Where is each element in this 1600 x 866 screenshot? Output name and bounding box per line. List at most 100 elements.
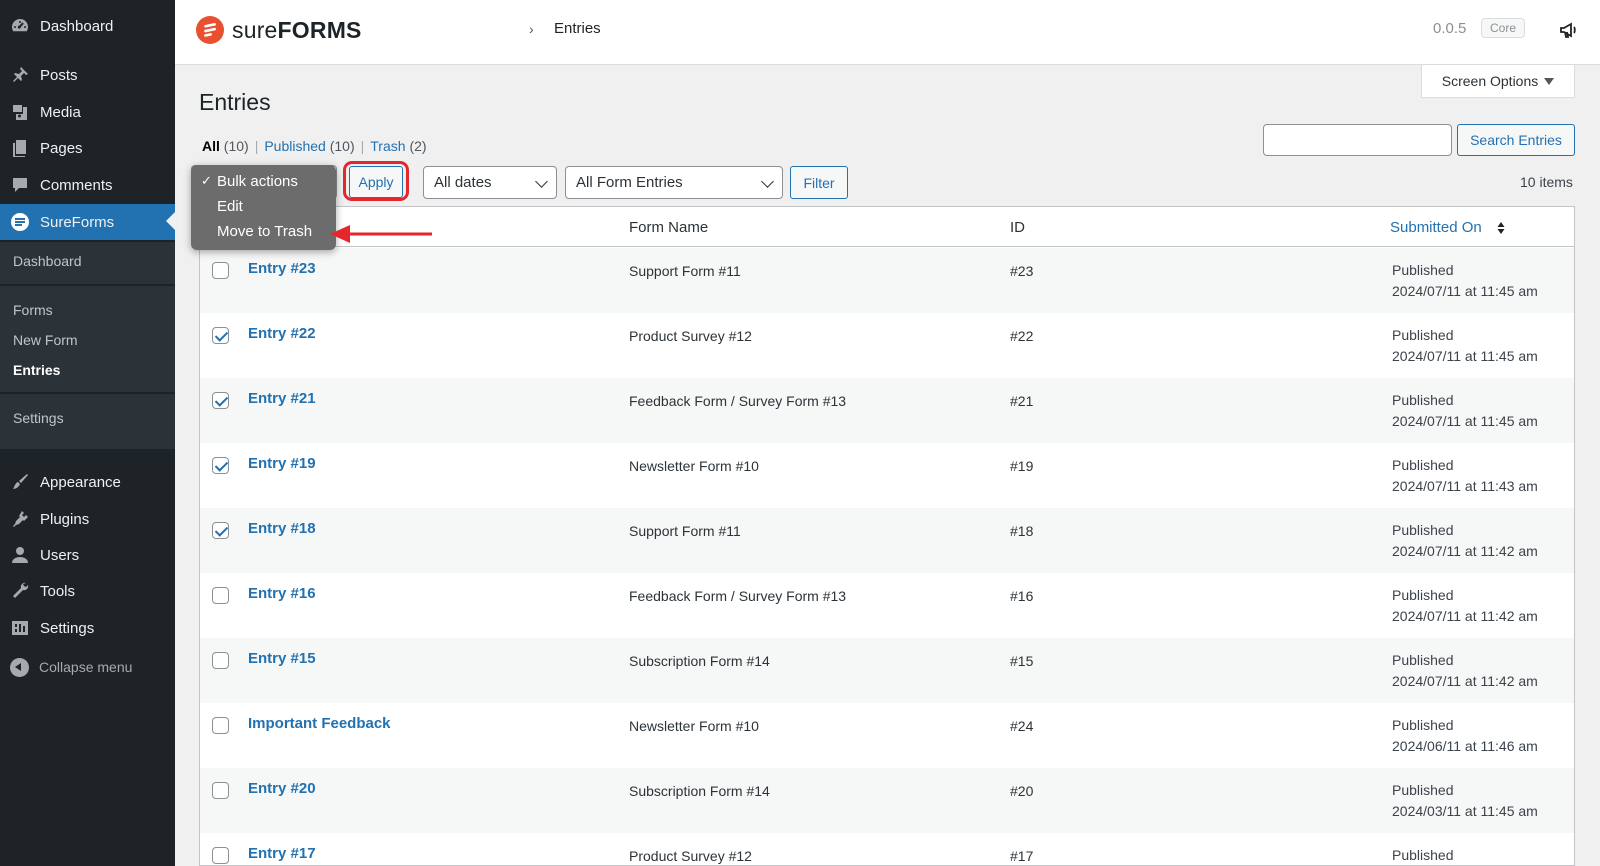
bulk-option-label: Edit [217, 197, 243, 215]
version-number: 0.0.5 [1433, 20, 1467, 37]
entry-title-link[interactable]: Entry #23 [248, 260, 316, 277]
sidebar-item-plugins[interactable]: Plugins [0, 501, 175, 537]
sureforms-header: sureFORMS › Entries 0.0.5 Core [175, 0, 1600, 65]
megaphone-icon[interactable] [1557, 18, 1581, 42]
apply-button[interactable]: Apply [349, 166, 403, 198]
submitted-on-cell: Published 2024/07/11 at 11:43 am [1392, 455, 1538, 497]
submitted-on-cell: Published [1392, 845, 1454, 865]
form-name-cell: Feedback Form / Survey Form #13 [629, 393, 847, 409]
row-checkbox[interactable] [212, 587, 229, 604]
view-trash-link[interactable]: Trash (2) [370, 138, 426, 154]
row-checkbox[interactable] [212, 457, 229, 474]
filter-button[interactable]: Filter [790, 166, 848, 199]
sidebar-item-users[interactable]: Users [0, 537, 175, 573]
breadcrumb-current: Entries [554, 20, 601, 37]
submenu-dashboard[interactable]: Dashboard [13, 253, 82, 269]
table-row: Entry #19 Newsletter Form #10 #19 Published… [200, 443, 1574, 508]
screen-options-label: Screen Options [1441, 73, 1539, 89]
sidebar-item-media[interactable]: Media [0, 94, 175, 130]
entry-title-link[interactable]: Entry #22 [248, 325, 316, 342]
entry-title-link[interactable]: Entry #18 [248, 520, 316, 537]
screen-options-button[interactable]: Screen Options [1421, 65, 1575, 98]
sidebar-item-label: Posts [40, 66, 78, 84]
sidebar-item-appearance[interactable]: Appearance [0, 464, 175, 500]
form-name-cell: Subscription Form #14 [629, 653, 770, 669]
submenu-settings[interactable]: Settings [13, 410, 64, 426]
form-name-cell: Support Form #11 [629, 523, 741, 539]
row-checkbox[interactable] [212, 717, 229, 734]
entry-title-link[interactable]: Entry #16 [248, 585, 316, 602]
sort-icon[interactable] [1497, 220, 1505, 236]
view-published-count: (10) [329, 138, 355, 154]
entry-title-link[interactable]: Entry #15 [248, 650, 316, 667]
search-entries-button[interactable]: Search Entries [1457, 124, 1575, 156]
sidebar-item-dashboard[interactable]: Dashboard [0, 8, 175, 44]
view-all-link[interactable]: All (10) [202, 138, 249, 154]
status-text: Published [1392, 782, 1454, 798]
status-views: All (10) | Published (10) | Trash (2) [202, 138, 427, 154]
form-name-cell: Newsletter Form #10 [629, 458, 759, 474]
status-text: Published [1392, 587, 1454, 603]
entry-title-link[interactable]: Entry #21 [248, 390, 316, 407]
view-published-link[interactable]: Published (10) [264, 138, 354, 154]
column-form-name: Form Name [629, 219, 709, 236]
brush-icon [9, 471, 31, 493]
submenu-entries[interactable]: Entries [13, 362, 60, 378]
bulk-option-bulk-actions[interactable]: ✓ Bulk actions [191, 169, 336, 193]
view-all-label: All [202, 138, 220, 154]
entry-title-link[interactable]: Entry #20 [248, 780, 316, 797]
media-icon [9, 101, 31, 123]
sidebar-item-label: Plugins [40, 510, 90, 528]
collapse-menu-label: Collapse menu [39, 659, 133, 675]
id-cell: #20 [1010, 783, 1034, 799]
page-title: Entries [199, 89, 271, 115]
view-separator: | [254, 138, 259, 154]
row-checkbox[interactable] [212, 847, 229, 864]
row-checkbox[interactable] [212, 392, 229, 409]
status-text: Published [1392, 652, 1454, 668]
submitted-date: 2024/07/11 at 11:45 am [1392, 348, 1538, 364]
items-count: 10 items [1520, 174, 1573, 190]
column-submitted-on[interactable]: Submitted On [1390, 219, 1482, 236]
bulk-option-edit[interactable]: Edit [191, 194, 336, 218]
status-text: Published [1392, 327, 1454, 343]
submenu-forms[interactable]: Forms [13, 302, 53, 318]
view-all-count: (10) [223, 138, 249, 154]
row-checkbox[interactable] [212, 522, 229, 539]
sidebar-item-comments[interactable]: Comments [0, 167, 175, 203]
id-cell: #22 [1010, 328, 1034, 344]
row-checkbox[interactable] [212, 327, 229, 344]
entry-title-link[interactable]: Entry #17 [248, 845, 316, 862]
entries-table: Form Name ID Submitted On Entry #23 Suppo… [199, 206, 1575, 866]
sidebar-item-tools[interactable]: Tools [0, 573, 175, 609]
status-text: Published [1392, 457, 1454, 473]
row-checkbox[interactable] [212, 782, 229, 799]
sidebar-item-pages[interactable]: Pages [0, 130, 175, 166]
sidebar-item-label: Settings [40, 619, 95, 637]
sidebar-item-sureforms[interactable]: SureForms [0, 204, 175, 240]
dates-filter-select[interactable]: All dates [423, 166, 557, 199]
sidebar-item-posts[interactable]: Posts [0, 57, 175, 93]
submitted-date: 2024/06/11 at 11:46 am [1392, 738, 1538, 754]
entry-title-link[interactable]: Important Feedback [248, 715, 391, 732]
row-checkbox[interactable] [212, 652, 229, 669]
wrench-icon [9, 580, 31, 602]
row-checkbox[interactable] [212, 262, 229, 279]
core-badge: Core [1481, 18, 1526, 38]
sidebar-item-label: Media [40, 103, 81, 121]
form-filter-select[interactable]: All Form Entries [565, 166, 783, 199]
form-filter-value: All Form Entries [576, 174, 683, 191]
logo-text-forms: FORMS [277, 17, 362, 43]
id-cell: #18 [1010, 523, 1034, 539]
sidebar-item-settings[interactable]: Settings [0, 610, 175, 646]
pages-icon [9, 137, 31, 159]
bulk-option-move-to-trash[interactable]: Move to Trash [191, 219, 336, 243]
submitted-on-cell: Published 2024/07/11 at 11:42 am [1392, 520, 1538, 562]
search-input[interactable] [1263, 124, 1452, 156]
id-cell: #24 [1010, 718, 1034, 734]
collapse-menu-button[interactable]: Collapse menu [0, 655, 175, 679]
table-row: Entry #22 Product Survey #12 #22 Published 2… [200, 313, 1574, 378]
submenu-new-form[interactable]: New Form [13, 332, 78, 348]
entry-title-link[interactable]: Entry #19 [248, 455, 316, 472]
bulk-option-label: Bulk actions [217, 172, 298, 190]
